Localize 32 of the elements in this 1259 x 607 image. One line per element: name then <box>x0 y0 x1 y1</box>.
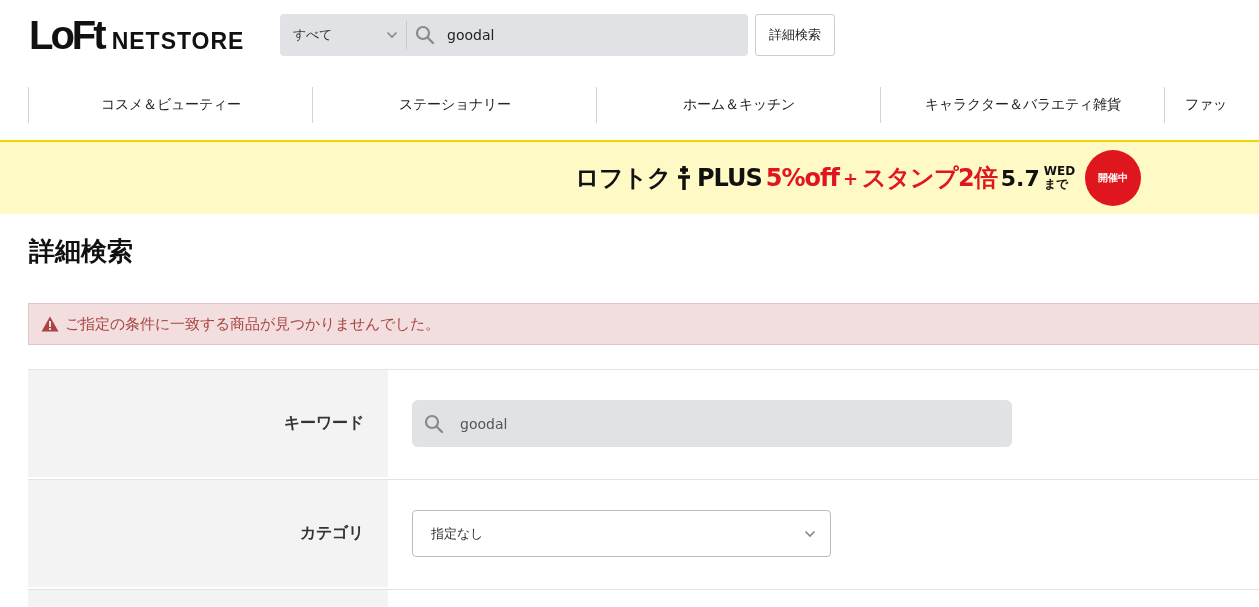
banner-brand: ロフトク <box>575 163 671 194</box>
search-icon <box>415 25 435 45</box>
banner-until: まで <box>1043 178 1070 191</box>
banner-date: 5.7 <box>1000 165 1040 191</box>
logo-mark[interactable]: LoFt <box>29 15 104 55</box>
banner-plus: + <box>842 167 859 189</box>
scope-select[interactable]: すべて <box>280 14 406 56</box>
logo-text[interactable]: NETSTORE <box>111 30 245 55</box>
banner-brand-suffix: PLUS <box>697 164 762 192</box>
chevron-down-icon <box>804 529 816 538</box>
banner-weekday: WED <box>1043 165 1076 178</box>
alert-text: ご指定の条件に一致する商品が見つかりませんでした。 <box>65 314 440 334</box>
status-badge: 開催中 <box>1087 152 1140 204</box>
search-value: goodal <box>447 27 495 43</box>
search-icon <box>424 413 444 434</box>
chevron-down-icon <box>386 31 398 39</box>
nav-item[interactable]: ステーショナリー <box>312 87 596 123</box>
keyword-field[interactable]: goodal <box>412 400 1012 447</box>
banner-stamp-text: スタンプ2倍 <box>862 163 997 194</box>
field-label: カテゴリ <box>300 523 364 544</box>
nav-item[interactable]: ホーム＆キッチン <box>596 87 880 123</box>
nav-item[interactable]: ファッ <box>1164 87 1227 123</box>
category-select[interactable]: 指定なし <box>412 510 831 557</box>
nav-item[interactable]: コスメ＆ビューティー <box>28 87 312 123</box>
page-title: 詳細検索 <box>29 235 134 268</box>
banner-offer: 5%off <box>765 164 839 192</box>
warning-icon <box>41 316 59 332</box>
nav-item[interactable]: キャラクター＆バラエティ雑貨 <box>880 87 1164 123</box>
field-label: キーワード <box>284 413 364 434</box>
plus-mark-icon <box>675 165 693 191</box>
search-bar[interactable]: すべて goodal <box>280 14 748 56</box>
advanced-search-button[interactable]: 詳細検索 <box>755 14 835 56</box>
